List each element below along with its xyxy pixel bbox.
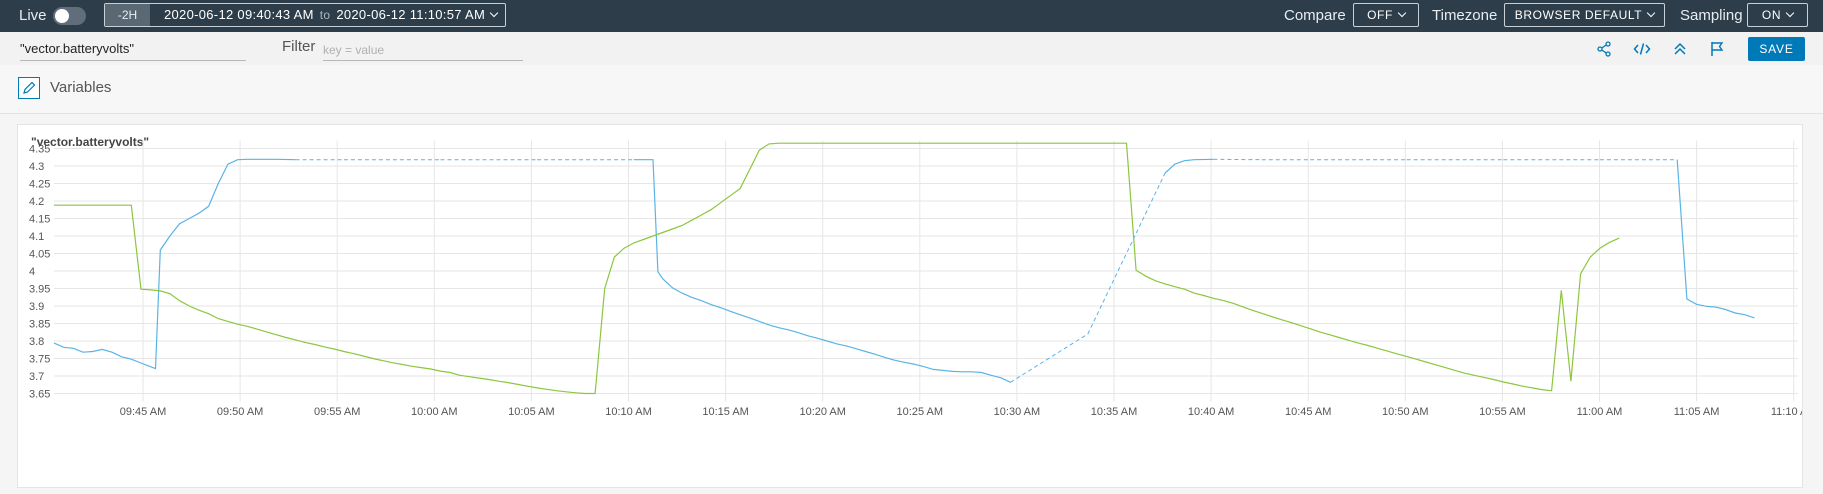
live-toggle-knob <box>55 9 69 23</box>
y-tick-label: 3.9 <box>29 301 44 313</box>
filter-label: Filter <box>282 38 316 55</box>
x-tick-label: 11:10 AM <box>1771 406 1802 418</box>
y-tick-label: 4.05 <box>29 249 50 261</box>
x-tick-label: 10:40 AM <box>1188 406 1234 418</box>
series-line-1[interactable] <box>54 142 1620 395</box>
x-tick-label: 09:55 AM <box>314 406 360 418</box>
y-tick-label: 4.2 <box>29 196 44 208</box>
x-tick-label: 10:10 AM <box>605 406 651 418</box>
x-tick-label: 10:30 AM <box>994 406 1040 418</box>
y-tick-label: 3.75 <box>29 354 50 366</box>
x-tick-label: 10:55 AM <box>1479 406 1525 418</box>
y-tick-label: 3.85 <box>29 319 50 331</box>
x-tick-label: 10:45 AM <box>1285 406 1331 418</box>
chevron-down-icon <box>1785 8 1795 18</box>
variables-bar: Variables <box>0 65 1823 114</box>
sampling-value: ON <box>1761 8 1782 22</box>
y-tick-label: 3.8 <box>29 336 44 348</box>
range-preset[interactable]: -2H <box>105 4 150 26</box>
save-button[interactable]: SAVE <box>1748 37 1805 61</box>
collapse-icon[interactable] <box>1671 40 1689 58</box>
x-tick-label: 10:50 AM <box>1382 406 1428 418</box>
sampling-dropdown[interactable]: ON <box>1747 3 1808 27</box>
x-tick-label: 10:00 AM <box>411 406 457 418</box>
chevron-down-icon <box>1397 8 1407 18</box>
range-end: 2020-06-12 11:10:57 AM <box>336 7 486 22</box>
y-tick-label: 4 <box>29 266 35 278</box>
y-tick-label: 4.3 <box>29 161 44 173</box>
timezone-label: Timezone <box>1432 7 1498 24</box>
compare-value: OFF <box>1367 8 1393 22</box>
flag-icon[interactable] <box>1708 40 1726 58</box>
timezone-dropdown[interactable]: BROWSER DEFAULT <box>1504 3 1665 27</box>
y-tick-label: 4.25 <box>29 179 50 191</box>
y-tick-label: 3.65 <box>29 389 50 401</box>
pencil-icon[interactable] <box>18 77 40 99</box>
range-start: 2020-06-12 09:40:43 AM <box>164 7 314 22</box>
compare-dropdown[interactable]: OFF <box>1353 3 1419 27</box>
x-tick-label: 10:35 AM <box>1091 406 1137 418</box>
x-tick-label: 10:15 AM <box>702 406 748 418</box>
y-tick-label: 3.95 <box>29 284 50 296</box>
share-icon[interactable] <box>1595 40 1613 58</box>
y-tick-label: 4.15 <box>29 214 50 226</box>
x-tick-label: 11:00 AM <box>1577 406 1623 418</box>
compare-label: Compare <box>1284 7 1346 24</box>
query-expression-field[interactable]: "vector.batteryvolts" <box>20 40 246 61</box>
range-text: 2020-06-12 09:40:43 AM to 2020-06-12 11:10… <box>164 4 499 26</box>
x-tick-label: 09:50 AM <box>217 406 263 418</box>
pencil-glyph <box>23 81 36 94</box>
filter-input[interactable] <box>323 40 523 61</box>
y-tick-label: 4.1 <box>29 231 44 243</box>
x-tick-label: 10:20 AM <box>799 406 845 418</box>
chart-panel: "vector.batteryvolts" 4.35 4.3 4.25 4.2 4.15… <box>17 124 1803 488</box>
x-tick-label: 10:25 AM <box>897 406 943 418</box>
range-to: to <box>319 8 331 22</box>
live-label: Live <box>19 7 47 24</box>
variables-label: Variables <box>50 79 112 96</box>
live-toggle[interactable] <box>53 7 86 25</box>
time-range-picker[interactable]: -2H 2020-06-12 09:40:43 AM to 2020-06-12 1… <box>104 3 506 27</box>
chevron-down-icon <box>489 8 499 18</box>
y-tick-label: 3.7 <box>29 371 44 383</box>
x-tick-label: 09:45 AM <box>120 406 166 418</box>
line-chart[interactable]: 4.35 4.3 4.25 4.2 4.15 4.1 4.05 4 3.95 3.9 3.85 3.8… <box>18 125 1802 487</box>
code-icon[interactable] <box>1633 40 1651 58</box>
x-tick-label: 10:05 AM <box>508 406 554 418</box>
sampling-label: Sampling <box>1680 7 1743 24</box>
y-tick-label: 4.35 <box>29 144 50 156</box>
x-tick-label: 11:05 AM <box>1674 406 1720 418</box>
chevron-down-icon <box>1646 8 1656 18</box>
query-bar: "vector.batteryvolts" Filter SAVE <box>0 32 1823 65</box>
top-toolbar: Live -2H 2020-06-12 09:40:43 AM to 2020-06… <box>0 0 1823 32</box>
timezone-value: BROWSER DEFAULT <box>1514 8 1643 22</box>
